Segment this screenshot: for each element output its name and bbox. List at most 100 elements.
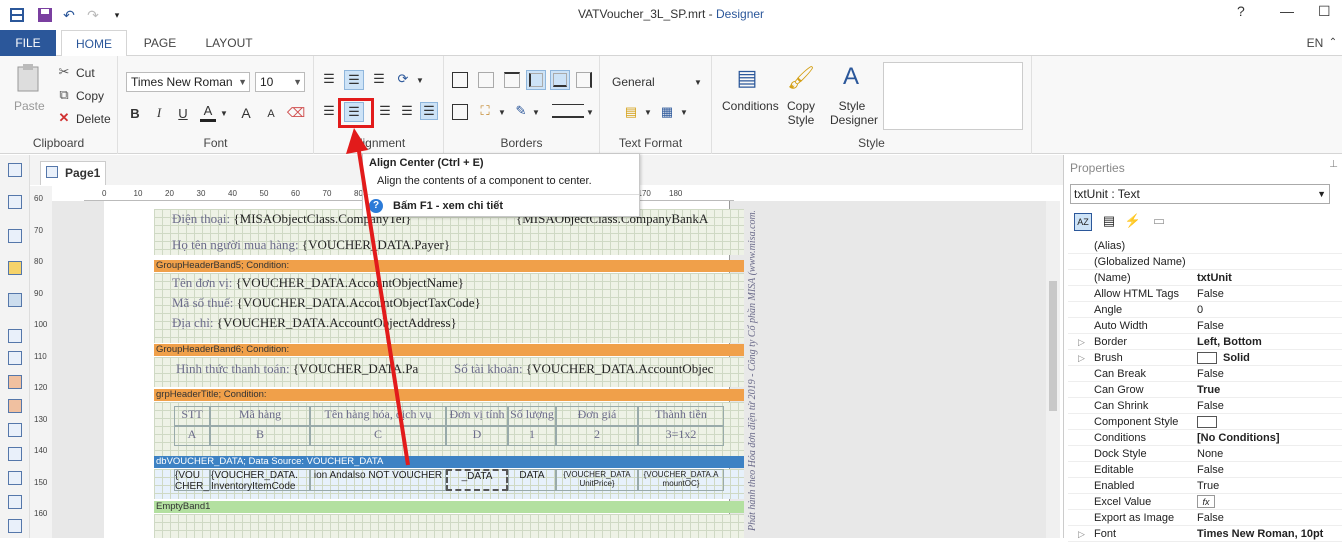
table-subheader-cell[interactable]: 3=1x2 bbox=[638, 426, 724, 446]
property-row[interactable]: (Globalized Name) bbox=[1068, 254, 1342, 270]
property-row[interactable]: Dock Style None bbox=[1068, 446, 1342, 462]
property-value[interactable]: True bbox=[1197, 382, 1220, 398]
text-icon[interactable] bbox=[8, 329, 22, 343]
categorized-icon[interactable]: ▤ bbox=[1100, 213, 1118, 231]
data-cell[interactable]: {VOUCHER_DATA.A mountOC} bbox=[638, 469, 724, 491]
expand-icon[interactable]: ▷ bbox=[1078, 350, 1085, 366]
table-header-cell[interactable]: Đơn vị tính bbox=[446, 406, 508, 426]
table-header-cell[interactable]: Thành tiền bbox=[638, 406, 724, 426]
font-family-select[interactable]: Times New Roman ▼ bbox=[126, 72, 250, 92]
property-value[interactable]: False bbox=[1197, 510, 1224, 526]
help-button[interactable]: ? bbox=[1237, 3, 1245, 19]
top-border-icon[interactable] bbox=[504, 72, 520, 88]
chevron-down-icon[interactable]: ▼ bbox=[680, 106, 688, 118]
bold-button[interactable]: B bbox=[128, 104, 142, 122]
eraser-icon[interactable]: ⌫ bbox=[287, 104, 305, 122]
image-icon[interactable] bbox=[8, 261, 22, 275]
tab-home[interactable]: HOME bbox=[61, 30, 127, 57]
color-swatch[interactable] bbox=[1197, 416, 1217, 428]
property-pages-icon[interactable]: ▭ bbox=[1150, 213, 1168, 231]
all-borders-icon[interactable] bbox=[452, 72, 468, 88]
table-header-cell[interactable]: Số lượng bbox=[508, 406, 556, 426]
grow-font-button[interactable]: A bbox=[238, 104, 254, 122]
paste-icon[interactable] bbox=[12, 62, 44, 94]
expression-icon[interactable]: fx bbox=[1197, 495, 1215, 508]
property-row[interactable]: Excel Value fx bbox=[1068, 494, 1342, 510]
property-value[interactable]: Times New Roman, 10pt bbox=[1197, 526, 1323, 542]
property-value[interactable]: None bbox=[1197, 446, 1223, 462]
property-row[interactable]: Can Shrink False bbox=[1068, 398, 1342, 414]
conditions-button[interactable]: Conditions bbox=[722, 99, 779, 113]
underline-button[interactable]: U bbox=[176, 104, 190, 122]
property-row[interactable]: Angle 0 bbox=[1068, 302, 1342, 318]
right-border-icon[interactable] bbox=[576, 72, 592, 88]
table-subheader-cell[interactable]: 1 bbox=[508, 426, 556, 446]
data-band-icon[interactable] bbox=[8, 229, 22, 243]
copy-button[interactable]: Copy bbox=[76, 89, 104, 103]
font-color-button[interactable]: A bbox=[200, 102, 216, 122]
style-designer-button[interactable]: Style Designer bbox=[830, 99, 878, 127]
canvas-scrollbar[interactable] bbox=[1046, 201, 1060, 538]
chevron-down-icon[interactable]: ▼ bbox=[532, 106, 540, 118]
property-value[interactable]: txtUnit bbox=[1197, 270, 1232, 286]
property-row[interactable]: Export as Image False bbox=[1068, 510, 1342, 526]
property-row[interactable]: Allow HTML Tags False bbox=[1068, 286, 1342, 302]
chart-icon[interactable] bbox=[8, 471, 22, 485]
data-cell[interactable]: {VOUCHER_DATA. InventoryItemCode bbox=[210, 469, 310, 492]
date-format-icon[interactable]: ▦ bbox=[658, 104, 676, 120]
chevron-down-icon[interactable]: ▼ bbox=[644, 106, 652, 118]
rich-text-icon[interactable] bbox=[8, 351, 22, 365]
property-row[interactable]: Can Grow True bbox=[1068, 382, 1342, 398]
align-middle-icon[interactable]: ☰ bbox=[344, 70, 364, 90]
property-value[interactable]: False bbox=[1197, 366, 1224, 382]
property-value[interactable]: False bbox=[1197, 286, 1224, 302]
design-canvas[interactable]: Điện thoại: {MISAObjectClass.CompanyTel}… bbox=[52, 201, 1048, 538]
delete-button[interactable]: Delete bbox=[76, 112, 111, 126]
box-border-icon[interactable] bbox=[452, 104, 468, 120]
paste-button[interactable]: Paste bbox=[14, 99, 45, 113]
format-select[interactable]: General bbox=[612, 75, 655, 89]
component-select[interactable]: txtUnit : Text ▼ bbox=[1070, 184, 1330, 204]
maximize-button[interactable]: ☐ bbox=[1318, 3, 1331, 20]
table-subheader-cell[interactable]: A bbox=[174, 426, 210, 446]
image-box-icon[interactable] bbox=[8, 399, 22, 413]
account-field[interactable]: {VOUCHER_DATA.AccountObjec bbox=[526, 361, 714, 376]
align-top-icon[interactable]: ☰ bbox=[320, 70, 338, 88]
empty-band-body[interactable] bbox=[154, 514, 744, 538]
table-icon[interactable] bbox=[8, 447, 22, 461]
shrink-font-button[interactable]: A bbox=[264, 106, 278, 122]
currency-format-icon[interactable]: ▤ bbox=[622, 104, 640, 120]
bottom-border-icon[interactable] bbox=[550, 70, 570, 90]
property-row[interactable]: Component Style bbox=[1068, 414, 1342, 430]
property-value[interactable]: False bbox=[1197, 462, 1224, 478]
property-value[interactable]: False bbox=[1197, 398, 1224, 414]
property-row[interactable]: Conditions [No Conditions] bbox=[1068, 430, 1342, 446]
italic-button[interactable]: I bbox=[152, 104, 166, 122]
tab-file[interactable]: FILE bbox=[0, 30, 56, 56]
copy-style-button[interactable]: Copy Style bbox=[786, 99, 816, 127]
scroll-thumb[interactable] bbox=[1049, 281, 1057, 411]
align-left-icon[interactable]: ☰ bbox=[320, 102, 338, 120]
textbox-icon[interactable] bbox=[8, 375, 22, 389]
cut-button[interactable]: Cut bbox=[76, 66, 95, 80]
property-value[interactable]: [No Conditions] bbox=[1197, 430, 1279, 446]
no-border-icon[interactable] bbox=[478, 72, 494, 88]
left-border-icon[interactable] bbox=[526, 70, 546, 90]
data-cell[interactable]: DATA bbox=[508, 469, 556, 491]
property-value[interactable]: False bbox=[1197, 318, 1224, 334]
table-header-cell[interactable]: Đơn giá bbox=[556, 406, 638, 426]
report-title-band-icon[interactable] bbox=[8, 163, 22, 177]
align-bottom-icon[interactable]: ☰ bbox=[370, 70, 388, 88]
font-size-select[interactable]: 10 ▼ bbox=[255, 72, 305, 92]
property-value[interactable]: 0 bbox=[1197, 302, 1203, 318]
property-row[interactable]: ▷ Brush Solid bbox=[1068, 350, 1342, 366]
property-row[interactable]: Enabled True bbox=[1068, 478, 1342, 494]
panel-icon[interactable] bbox=[8, 423, 22, 437]
property-value[interactable]: Solid bbox=[1223, 350, 1250, 366]
line-style-icon[interactable] bbox=[552, 104, 584, 118]
pin-icon[interactable]: ⊥ bbox=[1329, 159, 1338, 170]
selected-unit-cell[interactable]: _DATA bbox=[446, 469, 508, 491]
data-cell[interactable]: {VOUCHER_DATA UnitPrice} bbox=[556, 469, 638, 491]
expand-icon[interactable]: ▷ bbox=[1078, 334, 1085, 350]
events-icon[interactable]: ⚡ bbox=[1124, 213, 1142, 231]
